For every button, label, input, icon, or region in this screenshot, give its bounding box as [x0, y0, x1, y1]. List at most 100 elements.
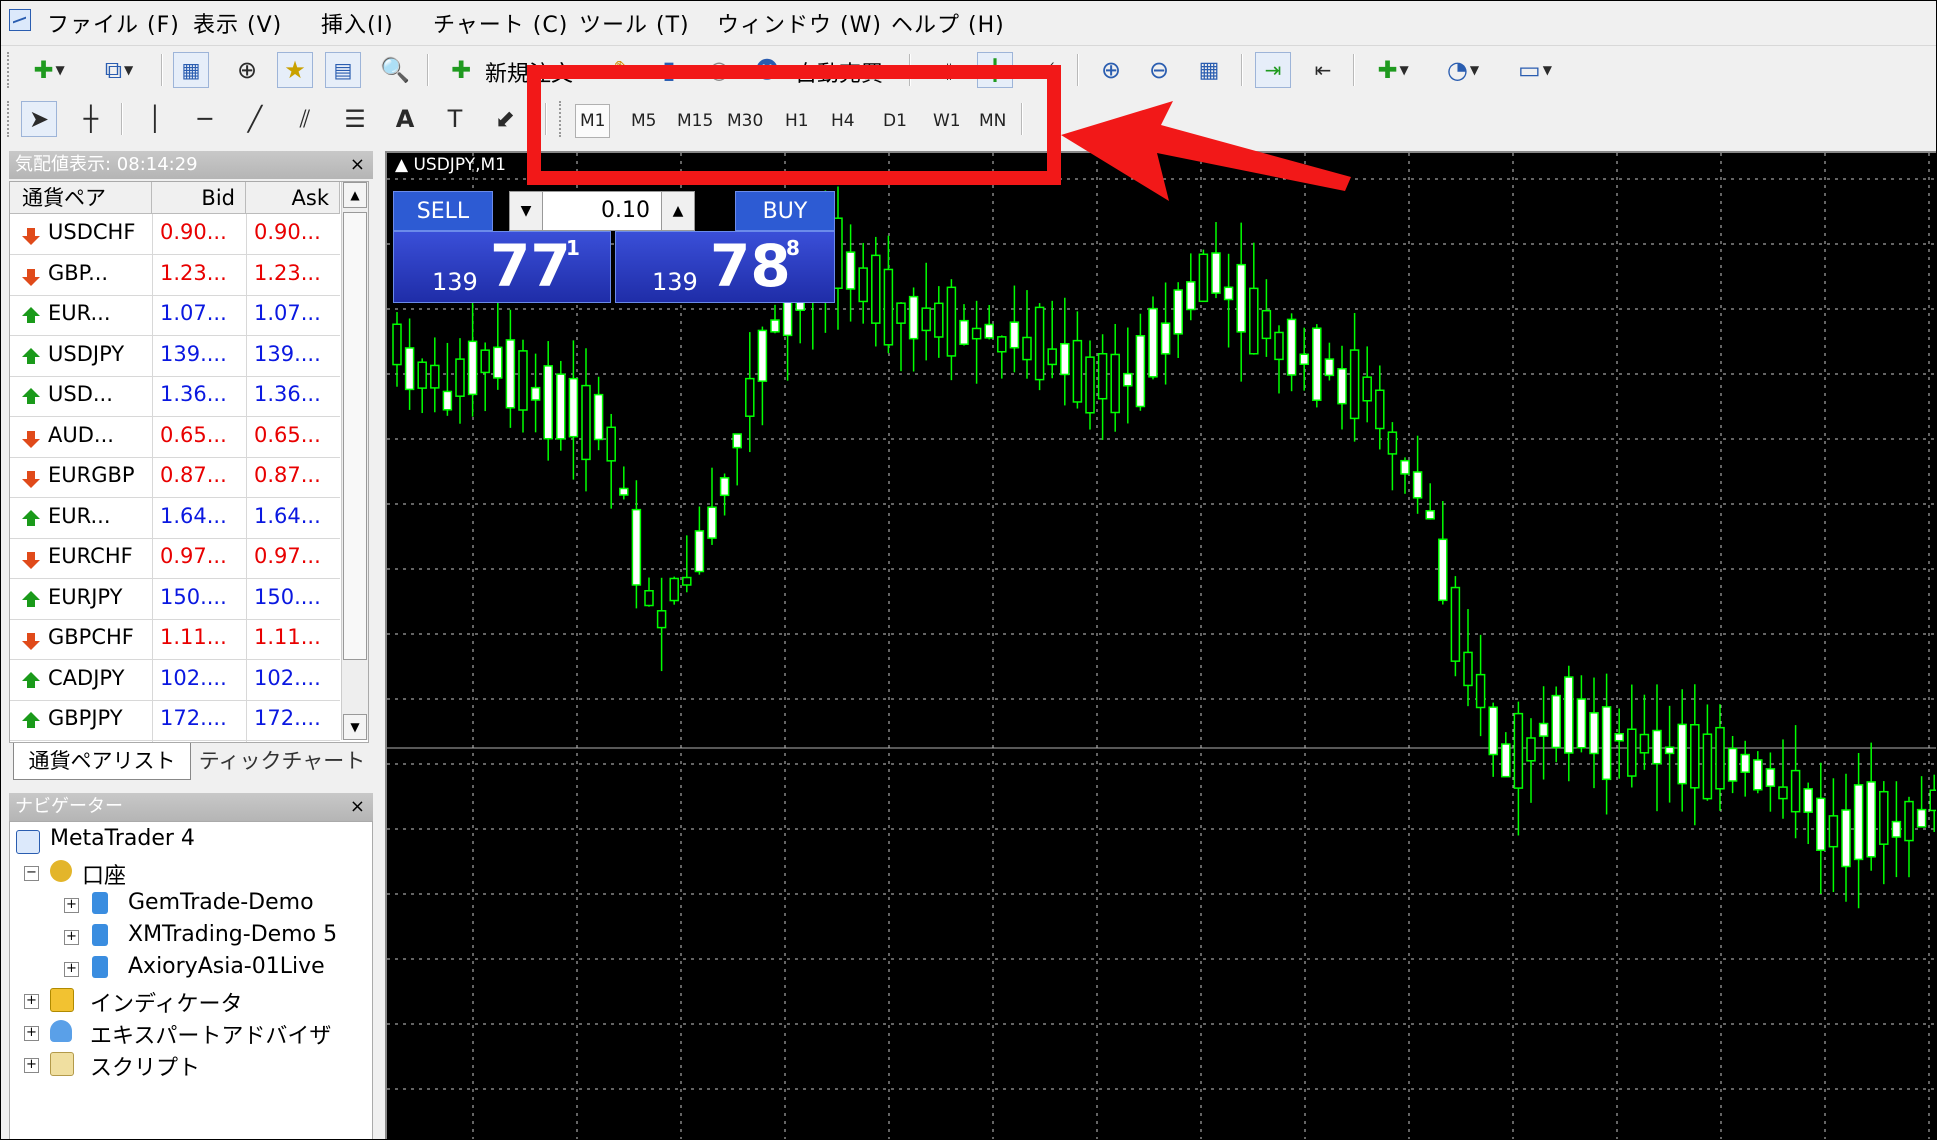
lot-up-icon[interactable]: ▲	[661, 192, 694, 230]
symbol-name: AUD...	[48, 422, 114, 447]
terminal-icon[interactable]: ▤	[325, 52, 361, 88]
scroll-down-icon[interactable]: ▼	[343, 714, 367, 740]
candle-body	[543, 365, 553, 440]
menu-chart[interactable]: チャート (C)	[433, 7, 568, 39]
menu-tools[interactable]: ツール (T)	[579, 7, 690, 39]
tab-symbols[interactable]: 通貨ペアリスト	[13, 743, 191, 780]
column-header-symbol[interactable]: 通貨ペア	[10, 182, 152, 214]
table-row[interactable]: EURGBP 0.87... 0.87...	[10, 457, 340, 498]
auto-scroll-icon[interactable]: ⇥	[1255, 52, 1291, 88]
bid-price: 139....	[160, 341, 227, 366]
expand-icon[interactable]: +	[64, 962, 79, 977]
close-icon[interactable]: ×	[350, 151, 365, 179]
scrollbar[interactable]: ▲ ▼	[341, 182, 368, 740]
chart-shift-icon[interactable]: ⇤	[1305, 52, 1341, 88]
cursor-icon[interactable]: ➤	[21, 101, 57, 137]
candle-body	[946, 286, 957, 357]
scroll-thumb[interactable]	[343, 212, 367, 660]
arrows-icon[interactable]: ⬋	[487, 101, 523, 137]
strategy-tester-icon[interactable]: 🔍	[377, 52, 413, 88]
table-row[interactable]: GBPJPY 172.... 172....	[10, 700, 340, 741]
nav-experts[interactable]: エキスパートアドバイザ	[90, 1018, 331, 1050]
new-order-icon[interactable]: ✚	[443, 52, 479, 88]
chart-window[interactable]: ▲ USDJPY,M1 SELL ▼ 0.10 ▲ BUY 139 77 1 1…	[385, 151, 1936, 1139]
data-window-icon[interactable]: ⊕	[229, 52, 265, 88]
table-row[interactable]: EUR... 1.07... 1.07...	[10, 295, 340, 336]
expand-icon[interactable]: +	[64, 930, 79, 945]
indicators-icon[interactable]: ✚ ▼	[1367, 52, 1419, 88]
table-row[interactable]: GBPCHF 1.11... 1.11...	[10, 619, 340, 660]
nav-accounts[interactable]: 口座	[82, 858, 126, 890]
text-icon[interactable]: A	[387, 101, 423, 137]
menu-view[interactable]: 表示 (V)	[193, 7, 282, 39]
zoom-out-icon[interactable]: ⊖	[1141, 52, 1177, 88]
bid-price: 0.87...	[160, 463, 227, 487]
market-watch-title: 気配値表示: 08:14:29	[15, 154, 198, 175]
templates-icon[interactable]: ▭ ▼	[1509, 52, 1561, 88]
collapse-icon[interactable]: −	[24, 866, 39, 881]
pointer-arrow	[1061, 101, 1351, 201]
menu-file[interactable]: ファイル (F)	[47, 7, 180, 39]
table-row[interactable]: AUD... 0.65... 0.65...	[10, 417, 340, 458]
expand-icon[interactable]: +	[64, 898, 79, 913]
crosshair-icon[interactable]: ┼	[73, 101, 109, 137]
nav-account-item[interactable]: AxioryAsia-01Live	[128, 954, 325, 979]
text-label-icon[interactable]: T	[437, 101, 473, 137]
arrow-up-icon	[22, 671, 40, 688]
scroll-up-icon[interactable]: ▲	[343, 182, 367, 208]
candle-body	[480, 349, 490, 374]
fibonacci-icon[interactable]: ☰	[337, 101, 373, 137]
nav-indicators[interactable]: インディケータ	[90, 986, 242, 1018]
toolbar-grip[interactable]	[7, 52, 13, 88]
candle-body	[1463, 651, 1473, 687]
new-chart-icon[interactable]: ✚ ▼	[23, 52, 75, 88]
horizontal-line-icon[interactable]: ─	[187, 101, 223, 137]
market-watch-icon[interactable]: ▦	[173, 52, 209, 88]
table-row[interactable]: USDCHF 0.90... 0.90...	[10, 214, 340, 255]
lot-dropdown-icon[interactable]: ▼	[510, 192, 543, 230]
bid-price: 172....	[160, 706, 227, 730]
candle-body	[1223, 286, 1234, 301]
candle-body	[1652, 729, 1662, 765]
nav-account-item[interactable]: GemTrade-Demo	[128, 890, 314, 915]
close-icon[interactable]: ×	[350, 793, 365, 821]
sell-price[interactable]: 139 77 1	[393, 231, 611, 303]
table-row[interactable]: EURCHF 0.97... 0.97...	[10, 538, 340, 579]
menu-insert[interactable]: 挿入(I)	[321, 7, 394, 39]
nav-scripts[interactable]: スクリプト	[90, 1050, 200, 1082]
periodicity-icon[interactable]: ◔ ▼	[1437, 52, 1489, 88]
tile-windows-icon[interactable]: ▦	[1191, 52, 1227, 88]
candle-body	[1337, 368, 1347, 405]
candle-body	[1526, 737, 1536, 762]
lot-size-field[interactable]: ▼ 0.10 ▲	[509, 191, 695, 231]
table-row[interactable]: USD... 1.36... 1.36...	[10, 376, 340, 417]
table-row[interactable]: CADJPY 102.... 102....	[10, 660, 340, 701]
sell-button[interactable]: SELL	[393, 191, 493, 231]
equidistant-channel-icon[interactable]: ⫽	[287, 101, 323, 137]
table-row[interactable]: USDJPY 139.... 139....	[10, 336, 340, 377]
toolbar-grip[interactable]	[7, 101, 13, 137]
expand-icon[interactable]: +	[24, 994, 39, 1009]
nav-account-item[interactable]: XMTrading-Demo 5	[128, 922, 337, 947]
column-header-bid[interactable]: Bid	[152, 182, 246, 214]
expand-icon[interactable]: +	[24, 1026, 39, 1041]
table-row[interactable]: EUR... 1.64... 1.64...	[10, 498, 340, 539]
table-row[interactable]: EURJPY 150.... 150....	[10, 579, 340, 620]
nav-root[interactable]: MetaTrader 4	[50, 826, 195, 851]
zoom-in-icon[interactable]: ⊕	[1093, 52, 1129, 88]
tab-tick-chart[interactable]: ティックチャート	[197, 743, 367, 779]
candle-body	[959, 319, 969, 345]
buy-button[interactable]: BUY	[735, 191, 835, 231]
candle-body	[921, 307, 931, 332]
navigator-icon[interactable]: ★	[277, 52, 313, 88]
column-header-ask[interactable]: Ask	[246, 182, 340, 214]
profiles-icon[interactable]: ⧉ ▼	[93, 52, 145, 88]
buy-price[interactable]: 139 78 8	[615, 231, 835, 303]
expand-icon[interactable]: +	[24, 1058, 39, 1073]
menu-help[interactable]: ヘルプ (H)	[891, 7, 1005, 39]
vertical-line-icon[interactable]: │	[137, 101, 173, 137]
table-row[interactable]: GBP... 1.23... 1.23...	[10, 255, 340, 296]
trendline-icon[interactable]: ╱	[237, 101, 273, 137]
menu-window[interactable]: ウィンドウ (W)	[717, 7, 882, 39]
symbol-name: EUR...	[48, 503, 111, 528]
